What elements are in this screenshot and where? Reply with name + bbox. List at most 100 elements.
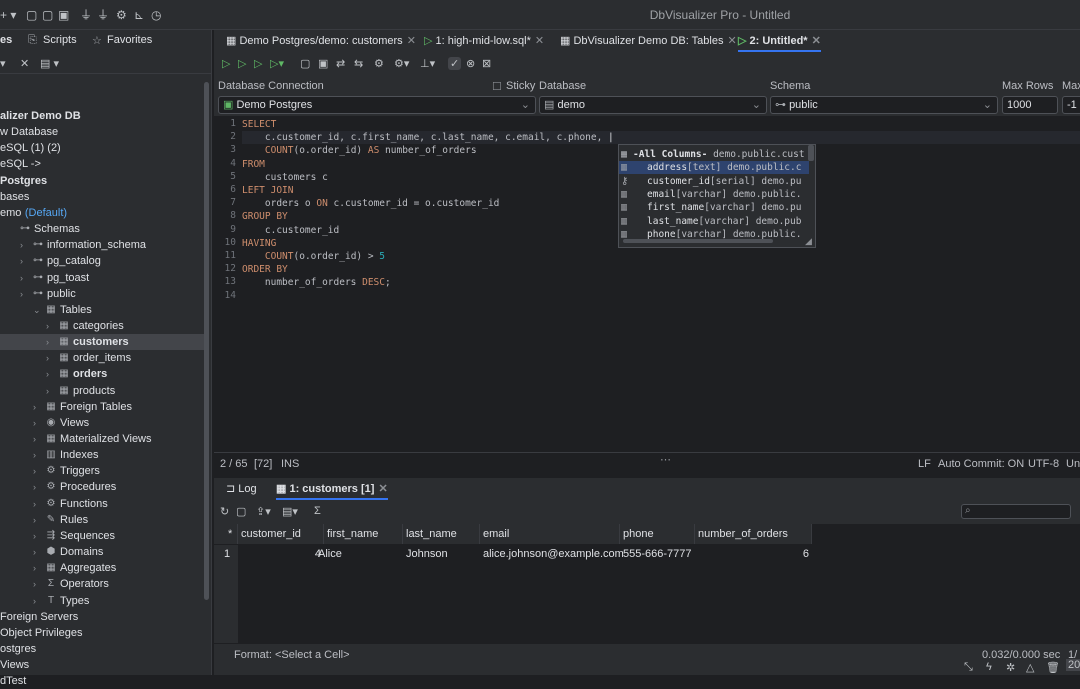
stop-icon[interactable]: ▢: [236, 505, 246, 518]
code-line[interactable]: HAVING: [242, 237, 276, 250]
chevron-right-icon[interactable]: ›: [33, 528, 43, 544]
chevron-right-icon[interactable]: ›: [46, 350, 56, 366]
close-icon[interactable]: ✕: [727, 35, 736, 47]
code-line[interactable]: number_of_orders DESC;: [242, 276, 391, 289]
close-icon[interactable]: ✕: [378, 483, 387, 495]
autocomplete-item[interactable]: ▥ last_name[varchar] demo.pub: [619, 215, 809, 228]
stop-icon[interactable]: ▢: [300, 57, 310, 70]
max-chars-input[interactable]: -1: [1062, 96, 1080, 114]
tree-item[interactable]: Views: [0, 657, 204, 673]
tab-untitled[interactable]: ▷ 2: Untitled* ✕: [738, 30, 821, 52]
tree-item[interactable]: ostgres: [0, 641, 204, 657]
tree-item[interactable]: bases: [0, 189, 204, 205]
rollback-icon[interactable]: ⇆: [354, 57, 363, 70]
chevron-right-icon[interactable]: ›: [33, 512, 43, 528]
execute-explain-icon[interactable]: ▷▾: [270, 57, 284, 70]
tree-item[interactable]: eSQL ->: [0, 156, 204, 172]
tree-item[interactable]: › ⊶ pg_catalog: [0, 253, 204, 269]
tree-item[interactable]: › ⊶ public: [0, 286, 204, 302]
max-rows-input[interactable]: 1000: [1002, 96, 1058, 114]
chevron-right-icon[interactable]: ›: [33, 463, 43, 479]
table-cell[interactable]: Johnson: [406, 546, 448, 562]
column-header[interactable]: number_of_orders: [695, 524, 812, 544]
autocomplete-popup[interactable]: ◢ ▦ -All Columns- demo.public.cust ▥ addres…: [618, 144, 816, 248]
chevron-right-icon[interactable]: ›: [20, 237, 30, 253]
chevron-right-icon[interactable]: ›: [20, 253, 30, 269]
chevron-right-icon[interactable]: ›: [33, 415, 43, 431]
trash-icon[interactable]: 🗑: [1046, 661, 1060, 674]
tree-item[interactable]: › ▦ order_items: [0, 350, 204, 366]
close-icon[interactable]: ✕: [812, 35, 821, 47]
tree-item[interactable]: › ▦ categories: [0, 318, 204, 334]
column-header[interactable]: email: [480, 524, 620, 544]
close-icon[interactable]: ✕: [407, 35, 416, 47]
tab-scripts[interactable]: Scripts: [43, 34, 77, 46]
schema-select[interactable]: ⊶ public ⌄: [770, 96, 998, 114]
permission-icon[interactable]: ⊗: [466, 57, 475, 70]
tab-databases[interactable]: es: [0, 34, 12, 46]
tree-item[interactable]: ⊶ Schemas: [0, 221, 204, 237]
commit-icon[interactable]: ⇄: [336, 57, 345, 70]
close-icon[interactable]: ✕: [535, 35, 544, 47]
filter-icon[interactable]: ▤ ▾: [40, 57, 59, 70]
export-icon[interactable]: ⇪▾: [256, 505, 271, 518]
tab-log[interactable]: ⊐ Log: [226, 478, 257, 500]
grid-corner[interactable]: *: [214, 524, 238, 544]
execute-current-icon[interactable]: ▷: [238, 57, 246, 70]
save-icon[interactable]: ▣: [318, 57, 328, 70]
chevron-right-icon[interactable]: ›: [33, 576, 43, 592]
tree-item[interactable]: alizer Demo DB: [0, 108, 204, 124]
clear-icon[interactable]: ⊠: [482, 57, 491, 70]
tree-item[interactable]: Postgres: [0, 173, 204, 189]
chevron-right-icon[interactable]: ›: [33, 593, 43, 609]
tree-item[interactable]: › ▦ products: [0, 383, 204, 399]
column-header[interactable]: customer_id: [238, 524, 324, 544]
autocomplete-toggle-icon[interactable]: ✓: [448, 57, 462, 70]
chevron-right-icon[interactable]: ›: [20, 270, 30, 286]
tree-item[interactable]: › Σ Operators: [0, 576, 204, 592]
tree-item[interactable]: Foreign Servers: [0, 609, 204, 625]
execute-buffer-icon[interactable]: ▷: [254, 57, 262, 70]
sticky-checkbox[interactable]: ☐: [492, 80, 502, 93]
tree-item[interactable]: › ◉ Views: [0, 415, 204, 431]
code-line[interactable]: c.customer_id, c.first_name, c.last_name…: [242, 131, 1080, 145]
tab-customers-result[interactable]: ▦ 1: customers [1] ✕: [276, 478, 388, 500]
code-line[interactable]: GROUP BY: [242, 210, 288, 223]
dropdown-icon[interactable]: ▾: [0, 57, 6, 70]
chevron-right-icon[interactable]: ›: [33, 544, 43, 560]
code-line[interactable]: ORDER BY: [242, 263, 288, 276]
tree-item[interactable]: › ⊶ information_schema: [0, 237, 204, 253]
database-connection-select[interactable]: ▣ Demo Postgres ⌄: [218, 96, 536, 114]
autocomplete-item[interactable]: ⚷ customer_id[serial] demo.pu: [619, 175, 809, 188]
chevron-right-icon[interactable]: ›: [33, 431, 43, 447]
lightning-icon[interactable]: ϟ: [986, 661, 992, 673]
results-grid[interactable]: * customer_id first_name last_name email pho…: [214, 524, 1080, 644]
chevron-down-icon[interactable]: ⌄: [33, 302, 43, 318]
chevron-right-icon[interactable]: ›: [46, 318, 56, 334]
tree-item[interactable]: w Database: [0, 124, 204, 140]
auto-commit-status[interactable]: Auto Commit: ON: [938, 458, 1024, 470]
tree-item[interactable]: emo (Default): [0, 205, 204, 221]
tree-item[interactable]: › ⚙ Triggers: [0, 463, 204, 479]
tree-item[interactable]: › ⚙ Procedures: [0, 479, 204, 495]
results-search-input[interactable]: ⌕: [961, 504, 1071, 519]
tab-demo-postgres-customers[interactable]: ▦ Demo Postgres/demo: customers ✕: [226, 30, 416, 52]
table-cell[interactable]: 4: [238, 546, 321, 562]
tree-item[interactable]: › ▦ orders: [0, 366, 204, 382]
execute-icon[interactable]: ▷: [222, 57, 230, 70]
autocomplete-item[interactable]: ▥ address[text] demo.public.c: [619, 161, 809, 175]
tree-item[interactable]: › T Types: [0, 593, 204, 609]
code-line[interactable]: COUNT(o.order_id) > 5: [242, 250, 385, 263]
column-header[interactable]: last_name: [403, 524, 480, 544]
code-line[interactable]: orders o ON c.customer_id = o.customer_i…: [242, 197, 500, 210]
autocomplete-item[interactable]: ▥ phone[varchar] demo.public.: [619, 228, 809, 241]
chevron-right-icon[interactable]: ›: [20, 286, 30, 302]
database-select[interactable]: ▤ demo ⌄: [539, 96, 767, 114]
tree-item[interactable]: › ⬢ Domains: [0, 544, 204, 560]
code-line[interactable]: COUNT(o.order_id) AS number_of_orders: [242, 144, 477, 157]
chevron-right-icon[interactable]: ›: [33, 447, 43, 463]
refresh-icon[interactable]: ↻: [220, 505, 229, 518]
chevron-right-icon[interactable]: ›: [33, 479, 43, 495]
tree-item[interactable]: ⌄ ▦ Tables: [0, 302, 204, 318]
insert-mode[interactable]: INS: [281, 458, 299, 470]
